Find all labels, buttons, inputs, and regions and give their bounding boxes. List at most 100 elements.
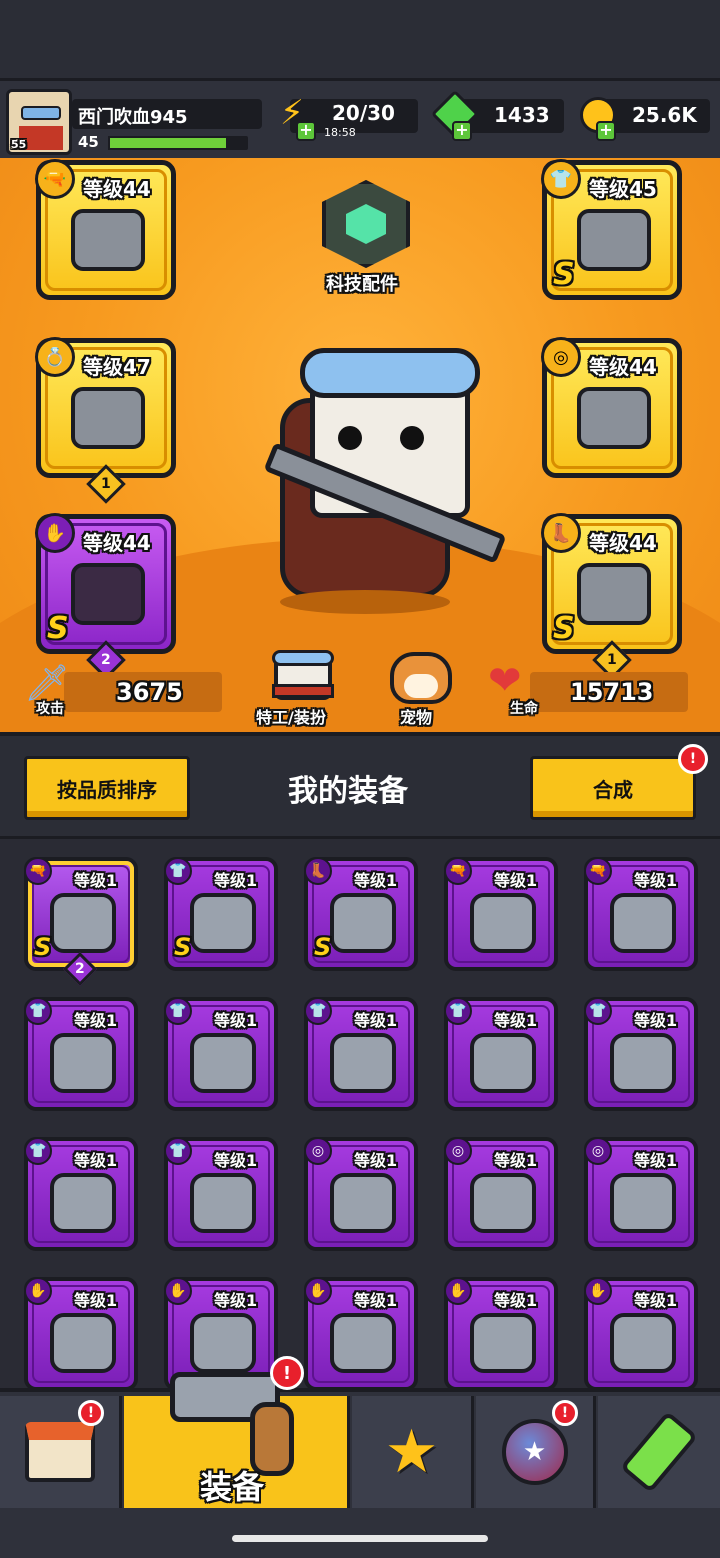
claw-glove-icon [50, 1313, 116, 1373]
inventory-item[interactable]: 🔫 等级1 [584, 857, 698, 971]
equipped-slot-weapon[interactable]: 🔫 等级44 [35, 159, 176, 300]
equipped-slot-belt[interactable]: ◎ 等级44 [541, 337, 682, 478]
mech-armor-icon [577, 209, 651, 271]
item-category-icon: 👕 [164, 857, 192, 885]
inventory-item[interactable]: 👕 等级1 S [164, 857, 278, 971]
player-level: 45 [78, 133, 99, 151]
tech-parts-button[interactable] [318, 176, 414, 272]
nav-dna-tab[interactable] [598, 1396, 720, 1508]
rank-badge: S [553, 257, 575, 292]
slot-level: 等级44 [83, 531, 151, 555]
inventory-item[interactable]: ◎ 等级1 [444, 1137, 558, 1251]
hp-value: 15713 [570, 678, 654, 706]
inventory-item[interactable]: 👢 等级1 S [304, 857, 418, 971]
gem-plus-icon[interactable]: + [452, 121, 472, 141]
inventory-item[interactable]: ✋ 等级1 [24, 1277, 138, 1391]
item-category-icon: ✋ [444, 1277, 472, 1305]
tech-parts-label: 科技配件 [326, 274, 398, 295]
item-category-icon: ◎ [304, 1137, 332, 1165]
star-count: 1 [101, 476, 111, 492]
pet-button[interactable] [386, 648, 456, 708]
item-category-icon: ✋ [304, 1277, 332, 1305]
item-category-icon: 🔫 [444, 857, 472, 885]
character-equipment-panel: 科技配件 🔫 等级44 👕 等级45 S 💍 等级47 1 ◎ 等级44 ✋ 等… [0, 158, 720, 732]
inventory-item[interactable]: ✋ 等级1 [444, 1277, 558, 1391]
inventory-item[interactable]: ◎ 等级1 [304, 1137, 418, 1251]
star-count: 2 [75, 961, 85, 977]
nav-skills-tab[interactable]: ★ [352, 1396, 474, 1508]
merge-button[interactable]: 合成 [530, 756, 696, 820]
item-level: 等级1 [354, 1151, 398, 1170]
top-status-bar: 55 西门吹血945 45 ⚡ + 20/30 18:58 + 1433 + 2… [0, 78, 720, 158]
inventory-item[interactable]: 👕 等级1 [164, 997, 278, 1111]
green-glove-icon [610, 1313, 676, 1373]
gold-plus-icon[interactable]: + [596, 121, 616, 141]
gem-armor-icon [330, 1033, 396, 1093]
inventory-item[interactable]: 👕 等级1 [164, 1137, 278, 1251]
item-level: 等级1 [74, 871, 118, 890]
shop-alert-badge: ! [78, 1400, 104, 1426]
metal-glove-icon [470, 1313, 536, 1373]
inventory-item[interactable]: 👕 等级1 [584, 997, 698, 1111]
chain-armor-icon [190, 1173, 256, 1233]
inventory-item[interactable]: 👕 等级1 [304, 997, 418, 1111]
emerald-ring-icon [71, 387, 145, 449]
inventory-item[interactable]: ✋ 等级1 [584, 1277, 698, 1391]
item-category-icon: 👕 [24, 997, 52, 1025]
rank-badge: S [47, 611, 69, 646]
item-category-icon: ◎ [584, 1137, 612, 1165]
item-level: 等级1 [74, 1151, 118, 1170]
boot-icon [577, 563, 651, 625]
agent-costume-label: 特工/装扮 [256, 708, 326, 727]
inventory-item[interactable]: 👕 等级1 [444, 997, 558, 1111]
vest-icon [470, 1033, 536, 1093]
armor-category-icon: 👕 [541, 159, 581, 199]
plate-armor-icon [190, 1033, 256, 1093]
equipped-slot-boots[interactable]: 👢 等级44 S [541, 513, 682, 654]
item-category-icon: 👢 [304, 857, 332, 885]
item-level: 等级1 [494, 1151, 538, 1170]
character-shadow [280, 590, 450, 614]
item-level: 等级1 [494, 1011, 538, 1030]
nav-equipment-label: 装备 [200, 1468, 265, 1506]
attack-label: 攻击 [36, 701, 64, 717]
inventory-item[interactable]: ✋ 等级1 [304, 1277, 418, 1391]
rank-badge: S [553, 611, 575, 646]
energy-timer: 18:58 [324, 126, 356, 139]
item-level: 等级1 [214, 1151, 258, 1170]
nav-talents-tab[interactable]: ★ [476, 1396, 596, 1508]
slot-level: 等级44 [83, 177, 151, 201]
equipped-slot-ring[interactable]: 💍 等级47 [35, 337, 176, 478]
inventory-item[interactable]: 👕 等级1 [24, 997, 138, 1111]
item-level: 等级1 [354, 1011, 398, 1030]
xp-bar [108, 136, 248, 150]
boots-category-icon: 👢 [541, 513, 581, 553]
bottom-navigation: ! ! 装备 ★ ★ ! [0, 1356, 720, 1558]
item-level: 等级1 [634, 1011, 678, 1030]
vest-icon [610, 1033, 676, 1093]
star-orb-icon: ★ [501, 1419, 568, 1485]
sort-by-quality-button[interactable]: 按品质排序 [24, 756, 190, 820]
inventory-item[interactable]: 👕 等级1 [24, 1137, 138, 1251]
item-level: 等级1 [74, 1011, 118, 1030]
equipped-slot-glove[interactable]: ✋ 等级44 S [35, 513, 176, 654]
hp-label: 生命 [510, 701, 538, 717]
inventory-item[interactable]: 🔫 等级1 [444, 857, 558, 971]
player-avatar[interactable]: 55 [6, 89, 72, 155]
chain-armor-icon [50, 1173, 116, 1233]
item-level: 等级1 [214, 1291, 258, 1310]
belt-category-icon: ◎ [541, 337, 581, 377]
energy-plus-icon[interactable]: + [296, 121, 316, 141]
avatar-level: 55 [11, 138, 27, 151]
energy-value: 20/30 [332, 101, 395, 125]
item-level: 等级1 [74, 1291, 118, 1310]
belt-icon [470, 1173, 536, 1233]
equipment-alert-badge: ! [270, 1356, 304, 1390]
inventory-item[interactable]: ◎ 等级1 [584, 1137, 698, 1251]
leaf-vest-icon [50, 1033, 116, 1093]
equipped-slot-armor[interactable]: 👕 等级45 S [541, 159, 682, 300]
ring-category-icon: 💍 [35, 337, 75, 377]
inventory-header: 按品质排序 我的装备 合成 ! [0, 732, 720, 836]
item-category-icon: ✋ [24, 1277, 52, 1305]
character-sprite[interactable] [250, 338, 510, 598]
